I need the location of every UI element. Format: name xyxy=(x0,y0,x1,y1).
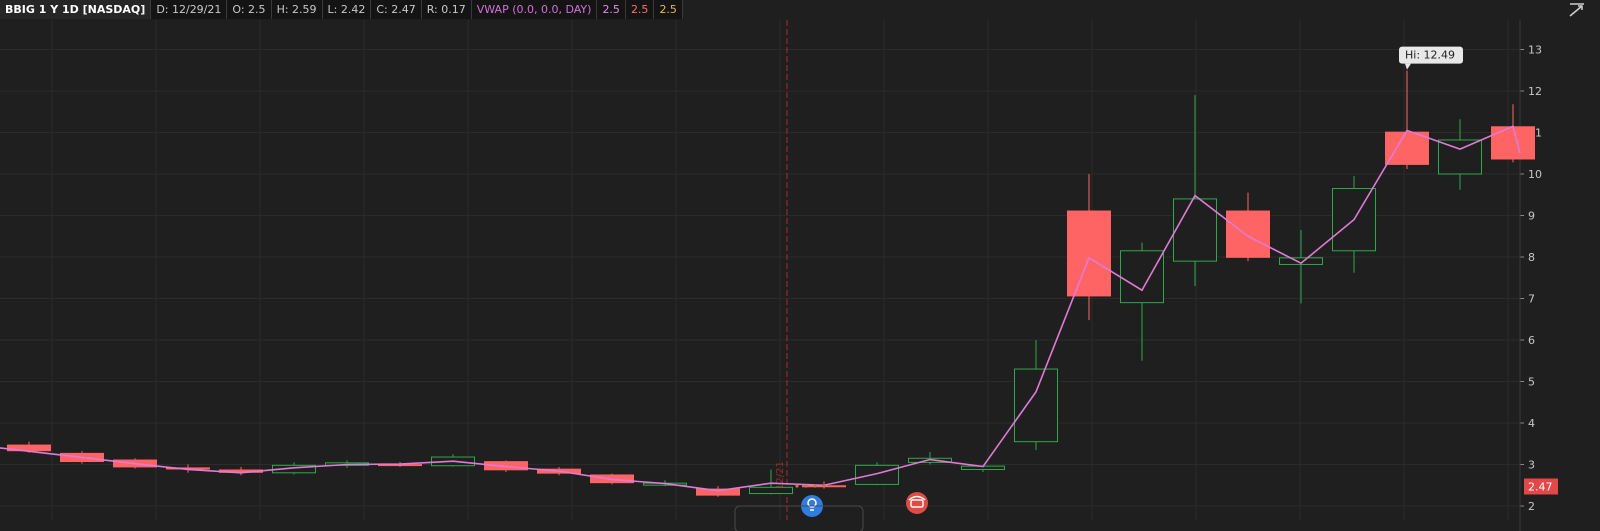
candle-body xyxy=(855,464,899,485)
candle xyxy=(1279,230,1323,304)
y-axis: 2345678910111213 xyxy=(1519,20,1542,531)
marker-dot xyxy=(813,484,817,488)
y-tick-label: 2 xyxy=(1528,500,1535,513)
y-tick-label: 10 xyxy=(1528,168,1542,181)
candlesticks xyxy=(7,70,1535,497)
price-chart[interactable]: 12/21 2345678910111213 Hi: 12.492.47 xyxy=(0,0,1600,531)
candle xyxy=(1173,95,1217,287)
hi-callout-pointer xyxy=(1405,63,1411,70)
candle-body xyxy=(1438,139,1482,175)
y-tick-label: 12 xyxy=(1528,85,1542,98)
candle xyxy=(1226,192,1270,262)
candle-body xyxy=(1226,210,1270,258)
vwap-polyline xyxy=(0,125,1521,492)
y-tick-label: 13 xyxy=(1528,44,1542,57)
candle xyxy=(1014,340,1058,450)
last-price-label: 2.47 xyxy=(1528,480,1553,493)
marker-dot xyxy=(795,484,799,488)
hi-callout: Hi: 12.49 xyxy=(1399,46,1463,70)
conference-call-circle xyxy=(906,492,928,514)
candle xyxy=(908,452,952,465)
date-marker-label: 12/21 xyxy=(775,461,786,490)
candle xyxy=(1120,242,1164,361)
candle-body xyxy=(749,486,793,495)
y-tick-label: 9 xyxy=(1528,210,1535,223)
y-tick-label: 3 xyxy=(1528,459,1535,472)
hi-callout-label: Hi: 12.49 xyxy=(1405,49,1455,62)
date-marker: 12/21 xyxy=(775,20,788,520)
candle xyxy=(1332,176,1376,273)
candle-body xyxy=(1120,250,1164,304)
candle-body xyxy=(1067,210,1111,297)
y-tick-label: 8 xyxy=(1528,251,1535,264)
candle xyxy=(749,469,793,495)
y-tick-label: 4 xyxy=(1528,417,1535,430)
candle xyxy=(166,464,210,473)
candle-body xyxy=(1014,368,1058,443)
grid-lines xyxy=(0,20,1520,520)
candle-body xyxy=(1173,198,1217,262)
y-tick-label: 7 xyxy=(1528,293,1535,306)
candle-body xyxy=(1491,126,1535,160)
conference-call-icon xyxy=(906,492,928,514)
y-tick-label: 5 xyxy=(1528,376,1535,389)
candle xyxy=(1385,70,1429,170)
vwap-line xyxy=(0,125,1521,492)
y-tick-label: 6 xyxy=(1528,334,1535,347)
marker-dot xyxy=(822,484,826,488)
candle-body xyxy=(696,488,740,496)
scroll-handle xyxy=(734,505,864,531)
candle xyxy=(1438,119,1482,190)
last-price-tag: 2.47 xyxy=(1524,478,1558,495)
marker-dot xyxy=(804,484,808,488)
